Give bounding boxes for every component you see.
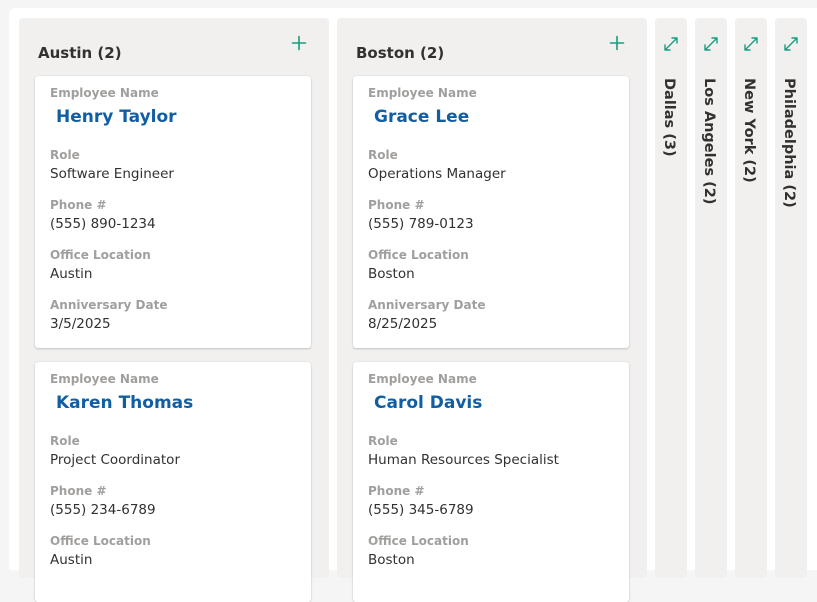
field-label: Role (50, 148, 80, 162)
field-label: Role (368, 148, 398, 162)
role-value: Human Resources Specialist (368, 452, 559, 468)
employee-card[interactable]: Employee Name Grace Lee Role Operations … (353, 76, 629, 348)
office-value: Austin (50, 266, 93, 282)
employee-card[interactable]: Employee Name Carol Davis Role Human Res… (353, 362, 629, 602)
field-label: Office Location (50, 534, 151, 548)
column-title: Dallas (3) (661, 78, 677, 157)
add-card-button[interactable] (607, 33, 627, 53)
anniversary-value: 3/5/2025 (50, 316, 111, 332)
phone-value: (555) 345-6789 (368, 502, 474, 518)
column-title: Los Angeles (2) (701, 78, 717, 205)
expand-icon (664, 37, 678, 51)
employee-card[interactable]: Employee Name Henry Taylor Role Software… (35, 76, 311, 348)
column-boston: Boston (2) Employee Name Grace Lee Role … (337, 18, 647, 602)
anniversary-value: 8/25/2025 (368, 316, 438, 332)
column-title: Boston (2) (356, 44, 445, 62)
employee-name-link[interactable]: Karen Thomas (56, 393, 193, 413)
expand-column-button[interactable] (661, 34, 681, 54)
column-title: Austin (2) (38, 44, 122, 62)
collapsed-column-new-york: New York (2) (735, 18, 767, 578)
field-label: Office Location (368, 248, 469, 262)
field-label: Role (50, 434, 80, 448)
expand-icon (744, 37, 758, 51)
expand-icon (704, 37, 718, 51)
expand-column-button[interactable] (701, 34, 721, 54)
office-value: Austin (50, 552, 93, 568)
field-label: Employee Name (368, 86, 477, 100)
expand-icon (784, 37, 798, 51)
plus-icon (291, 35, 307, 51)
collapsed-column-los-angeles: Los Angeles (2) (695, 18, 727, 578)
employee-name-link[interactable]: Grace Lee (374, 107, 469, 127)
office-value: Boston (368, 266, 415, 282)
office-value: Boston (368, 552, 415, 568)
field-label: Anniversary Date (368, 298, 486, 312)
field-label: Employee Name (50, 372, 159, 386)
phone-value: (555) 890-1234 (50, 216, 156, 232)
field-label: Anniversary Date (50, 298, 168, 312)
employee-name-link[interactable]: Henry Taylor (56, 107, 177, 127)
field-label: Role (368, 434, 398, 448)
field-label: Phone # (368, 484, 425, 498)
field-label: Office Location (50, 248, 151, 262)
plus-icon (609, 35, 625, 51)
role-value: Software Engineer (50, 166, 174, 182)
field-label: Phone # (50, 198, 107, 212)
phone-value: (555) 234-6789 (50, 502, 156, 518)
expand-column-button[interactable] (741, 34, 761, 54)
field-label: Phone # (50, 484, 107, 498)
field-label: Phone # (368, 198, 425, 212)
column-title: Philadelphia (2) (781, 78, 797, 208)
phone-value: (555) 789-0123 (368, 216, 474, 232)
collapsed-column-dallas: Dallas (3) (655, 18, 687, 578)
employee-name-link[interactable]: Carol Davis (374, 393, 482, 413)
column-title: New York (2) (741, 78, 757, 183)
column-austin: Austin (2) Employee Name Henry Taylor Ro… (19, 18, 329, 602)
add-card-button[interactable] (289, 33, 309, 53)
field-label: Employee Name (368, 372, 477, 386)
role-value: Project Coordinator (50, 452, 180, 468)
role-value: Operations Manager (368, 166, 506, 182)
expand-column-button[interactable] (781, 34, 801, 54)
employee-card[interactable]: Employee Name Karen Thomas Role Project … (35, 362, 311, 602)
collapsed-column-philadelphia: Philadelphia (2) (775, 18, 807, 578)
field-label: Employee Name (50, 86, 159, 100)
field-label: Office Location (368, 534, 469, 548)
